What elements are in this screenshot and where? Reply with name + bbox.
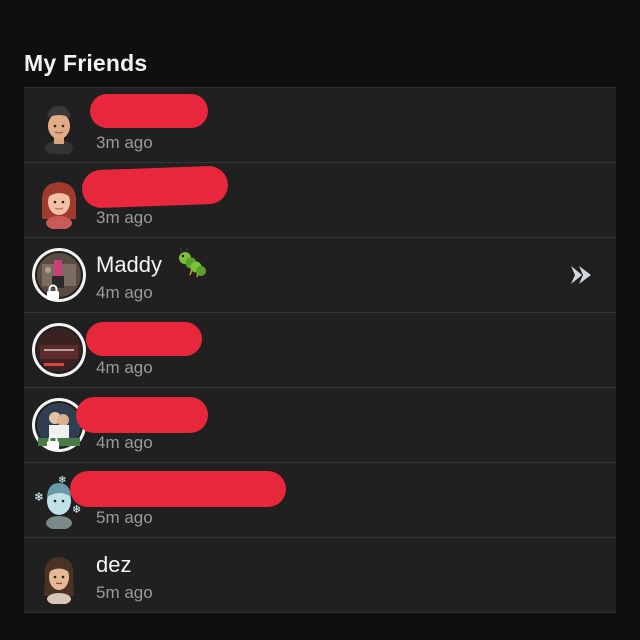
bitmoji-redhair-icon[interactable] [30, 171, 88, 229]
friend-time: 4m ago [96, 358, 153, 377]
friend-time: 5m ago [96, 508, 153, 527]
friend-row[interactable]: 3m ago [24, 88, 616, 163]
friend-time: 3m ago [96, 208, 153, 227]
redaction-mark [86, 322, 202, 356]
redaction-mark [81, 165, 229, 209]
friend-row[interactable]: 3m ago [24, 163, 616, 238]
bitmoji-beanie-icon[interactable] [30, 96, 88, 154]
caterpillar-icon [179, 248, 206, 278]
section-title: My Friends [24, 50, 148, 76]
lock-icon [47, 434, 59, 450]
svg-text:❄: ❄ [58, 475, 66, 486]
redaction-mark [76, 397, 208, 433]
fast-forward-chat-icon[interactable] [568, 262, 594, 288]
friend-time: 3m ago [96, 133, 153, 152]
friend-row[interactable]: Maddy 4m ago [24, 238, 616, 313]
friend-time: 4m ago [96, 283, 153, 302]
redaction-mark [90, 94, 208, 128]
story-ring-avatar-icon[interactable] [30, 321, 88, 379]
friend-row[interactable]: ❄ ❄ ❄ 5m ago [24, 463, 616, 538]
friend-row[interactable]: 4m ago [24, 388, 616, 463]
friend-name: Maddy [96, 252, 163, 277]
friend-time: 5m ago [96, 583, 153, 602]
bitmoji-longhair-icon[interactable] [30, 546, 88, 604]
friend-row[interactable]: 4m ago [24, 313, 616, 388]
friend-name: dez [96, 552, 132, 577]
lock-icon [47, 284, 59, 300]
svg-text:❄: ❄ [34, 490, 44, 504]
redaction-mark [70, 471, 286, 507]
friend-time: 4m ago [96, 433, 153, 452]
friends-list: 3m ago 3m ago Maddy 4m ago 4m ago 4m ago… [24, 87, 616, 613]
friend-row[interactable]: dez 5m ago [24, 538, 616, 613]
